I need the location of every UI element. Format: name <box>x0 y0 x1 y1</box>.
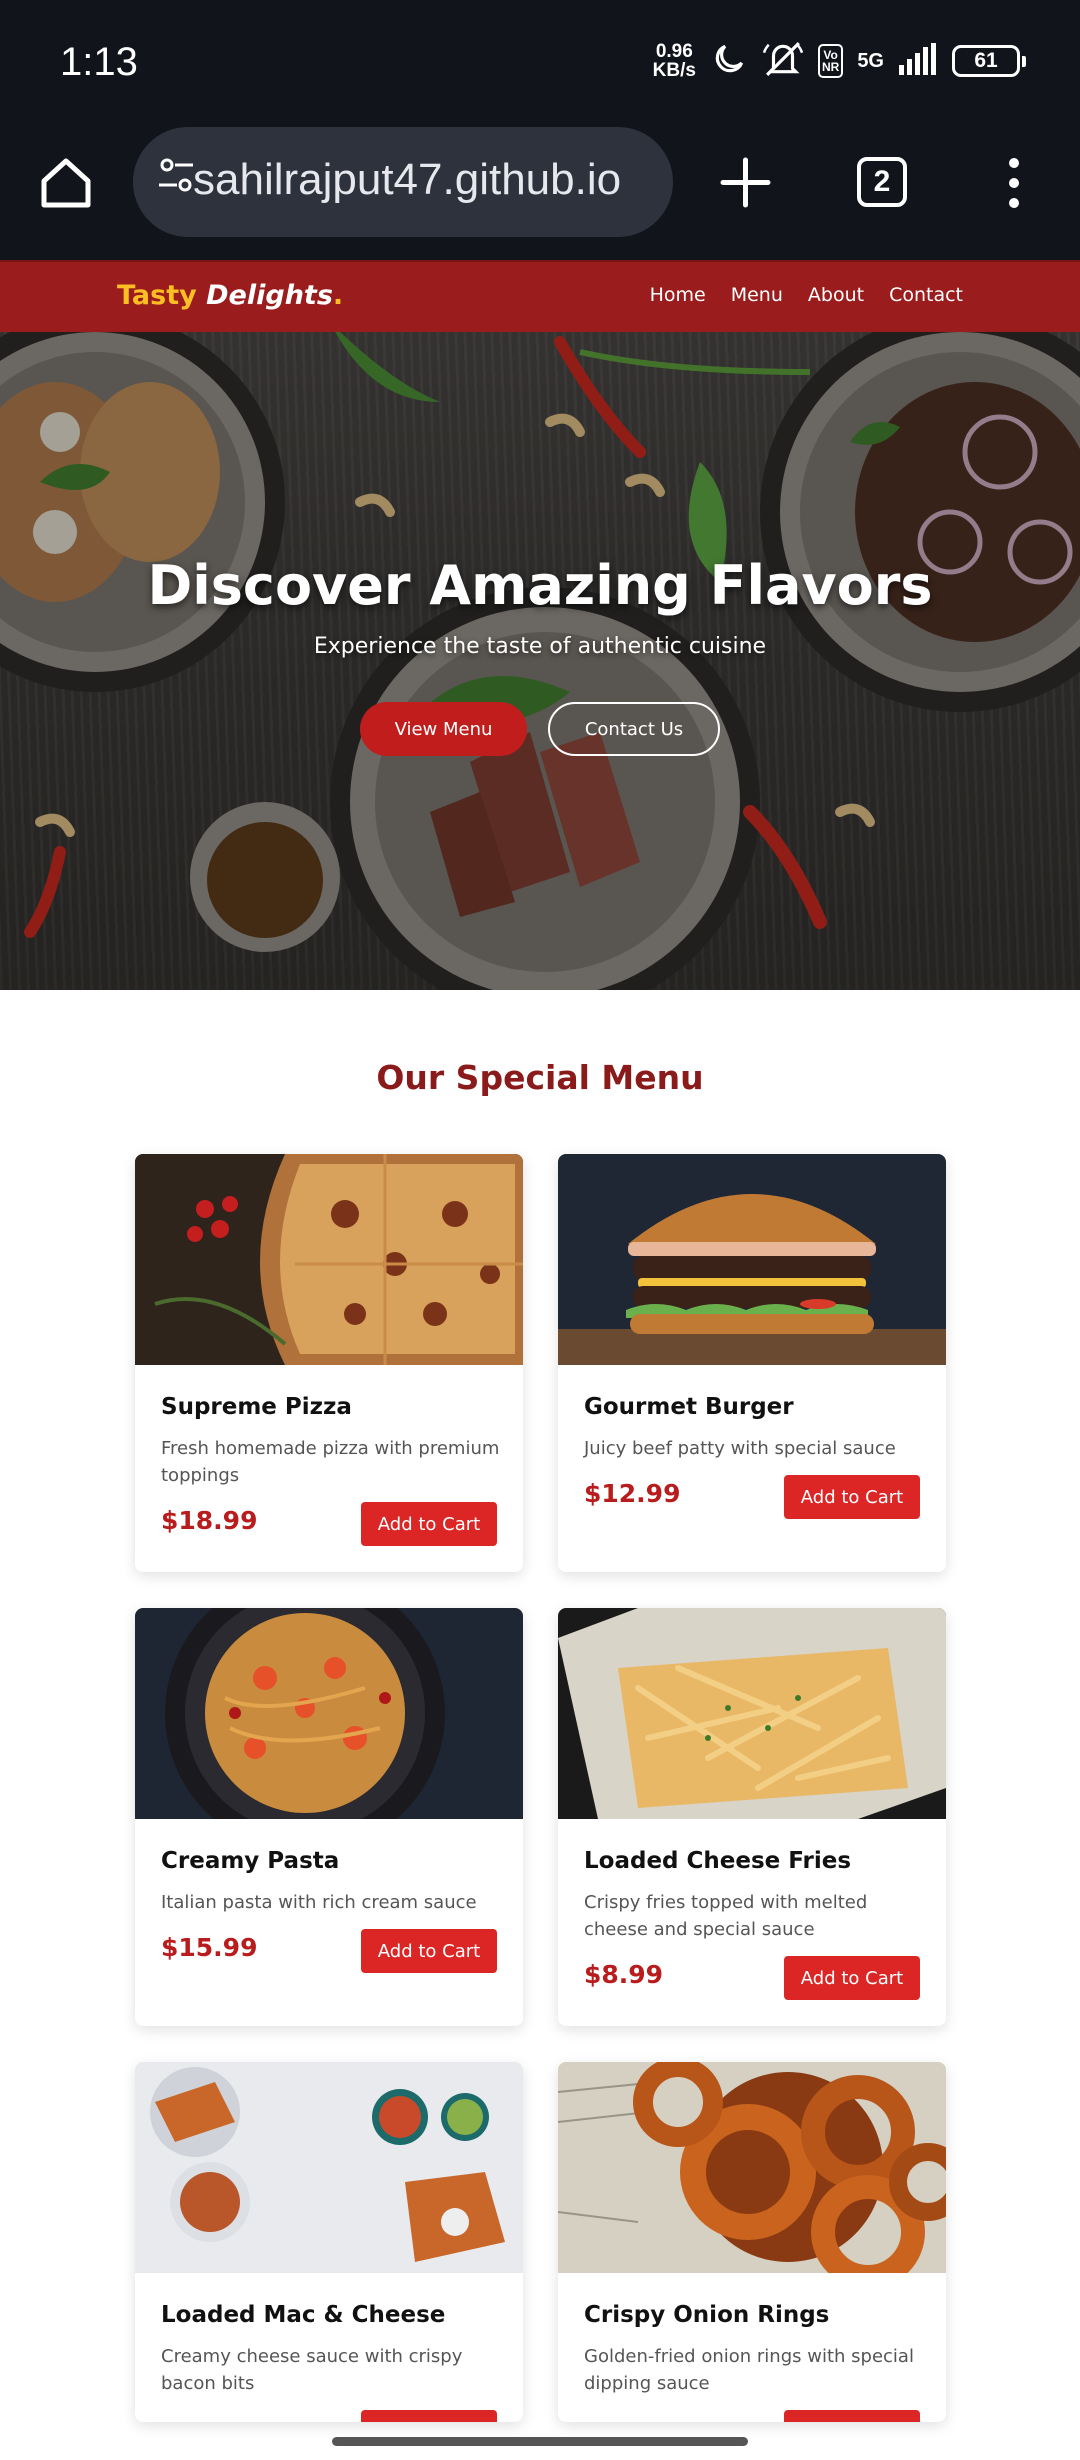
menu-item-name: Loaded Mac & Cheese <box>161 2302 446 2328</box>
net-speed: 0.96 KB/s <box>652 41 696 81</box>
gesture-bar[interactable] <box>332 2437 748 2446</box>
menu-item-price: $12.99 <box>584 1479 681 1508</box>
nav-about[interactable]: About <box>808 284 864 306</box>
hero-section: Discover Amazing Flavors Experience the … <box>0 332 1080 990</box>
home-icon[interactable] <box>36 153 96 213</box>
volte-icon: Vo NR <box>817 44 844 78</box>
contact-us-button[interactable]: Contact Us <box>548 702 720 756</box>
menu-item-name: Crispy Onion Rings <box>584 2302 830 2328</box>
new-tab-icon[interactable] <box>718 155 773 210</box>
hero-subtitle: Experience the taste of authentic cuisin… <box>313 634 767 659</box>
tab-switcher-icon[interactable]: 2 <box>857 157 907 207</box>
hero-overlay <box>0 332 1080 990</box>
menu-item-description: Crispy fries topped with melted cheese a… <box>584 1892 868 1940</box>
menu-item-name: Supreme Pizza <box>161 1394 352 1420</box>
menu-item-name: Creamy Pasta <box>161 1848 340 1874</box>
menu-card-pizza: Supreme Pizza Fresh homemade pizza with … <box>135 1154 523 1572</box>
add-to-cart-button[interactable] <box>361 2410 497 2422</box>
menu-item-price: $15.99 <box>161 1933 258 1962</box>
nav-home[interactable]: Home <box>650 284 706 306</box>
menu-section-title: Our Special Menu <box>376 1058 704 1097</box>
menu-item-price: $8.99 <box>584 1960 664 1989</box>
menu-item-name: Loaded Cheese Fries <box>584 1848 852 1874</box>
url-text[interactable]: sahilrajput47.github.io <box>193 155 621 205</box>
site-header: Tasty Delights. Home Menu About Contact <box>0 260 1080 332</box>
add-to-cart-button[interactable]: Add to Cart <box>784 1956 920 2000</box>
battery-icon: 61 <box>952 45 1026 77</box>
hero-title: Discover Amazing Flavors <box>147 554 933 617</box>
menu-card-onion-rings: Crispy Onion Rings Golden-fried onion ri… <box>558 2062 946 2422</box>
overflow-menu-icon[interactable] <box>1000 155 1028 211</box>
add-to-cart-button[interactable]: Add to Cart <box>361 1929 497 1973</box>
burger-image <box>558 1154 946 1365</box>
menu-card-mac-cheese: Loaded Mac & Cheese Creamy cheese sauce … <box>135 2062 523 2422</box>
status-icons: 0.96 KB/s Vo NR 5G 61 <box>652 40 1026 82</box>
add-to-cart-button[interactable]: Add to Cart <box>784 1475 920 1519</box>
mute-icon <box>762 40 804 82</box>
menu-card-burger: Gourmet Burger Juicy beef patty with spe… <box>558 1154 946 1572</box>
menu-item-description: Juicy beef patty with special sauce <box>584 1438 896 1459</box>
fries-image <box>558 1608 946 1819</box>
menu-item-description: Fresh homemade pizza with premium toppin… <box>161 1438 500 1486</box>
signal-icon <box>898 43 938 79</box>
url-bar[interactable]: sahilrajput47.github.io <box>133 127 673 237</box>
nav-menu[interactable]: Menu <box>731 284 783 306</box>
nav-contact[interactable]: Contact <box>889 284 963 306</box>
view-menu-button[interactable]: View Menu <box>360 702 527 756</box>
menu-item-description: Creamy cheese sauce with crispy bacon bi… <box>161 2346 463 2394</box>
add-to-cart-button[interactable] <box>784 2410 920 2422</box>
menu-item-name: Gourmet Burger <box>584 1394 794 1420</box>
menu-item-price: $18.99 <box>161 1506 258 1535</box>
browser-toolbar: sahilrajput47.github.io 2 <box>0 125 1080 260</box>
mac-cheese-image <box>135 2062 523 2273</box>
menu-item-description: Golden-fried onion rings with special di… <box>584 2346 914 2394</box>
status-time: 1:13 <box>60 40 138 84</box>
menu-card-fries: Loaded Cheese Fries Crispy fries topped … <box>558 1608 946 2026</box>
onion-rings-image <box>558 2062 946 2273</box>
main-nav: Home Menu About Contact <box>650 284 963 306</box>
site-logo[interactable]: Tasty Delights. <box>117 280 343 311</box>
network-type: 5G <box>857 49 884 72</box>
menu-item-description: Italian pasta with rich cream sauce <box>161 1892 477 1913</box>
moon-icon <box>710 40 748 82</box>
site-settings-icon[interactable] <box>133 155 193 205</box>
menu-card-pasta: Creamy Pasta Italian pasta with rich cre… <box>135 1608 523 2026</box>
status-bar: 1:13 0.96 KB/s Vo NR 5G 61 <box>0 0 1080 125</box>
pasta-image <box>135 1608 523 1819</box>
add-to-cart-button[interactable]: Add to Cart <box>361 1502 497 1546</box>
pizza-image <box>135 1154 523 1365</box>
